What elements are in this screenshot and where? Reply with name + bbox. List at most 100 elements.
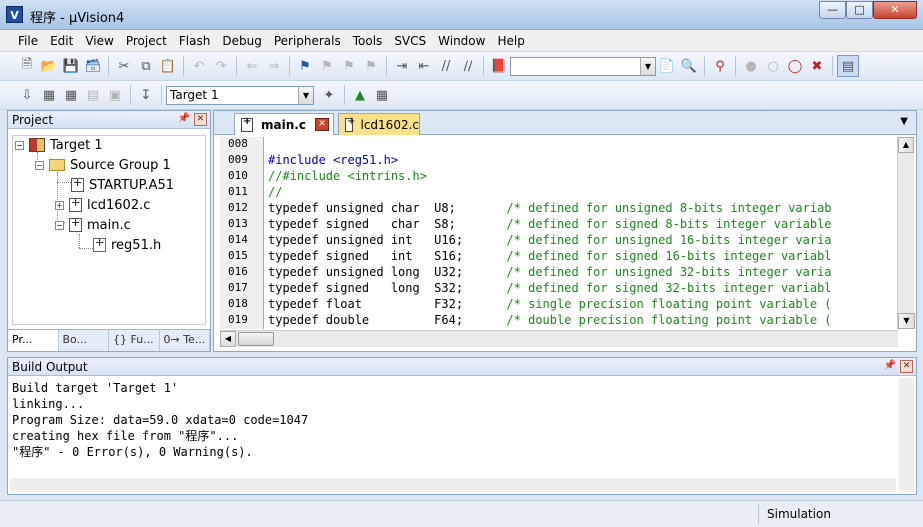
close-icon[interactable]: ✕ bbox=[900, 360, 913, 373]
menu-tools[interactable]: Tools bbox=[347, 30, 389, 51]
project-panel-title: Project bbox=[12, 113, 54, 127]
build-vertical-scrollbar[interactable] bbox=[899, 378, 914, 492]
find-in-files-icon[interactable]: 📕 bbox=[488, 55, 510, 77]
copy-icon[interactable]: ⧉ bbox=[135, 55, 157, 77]
menu-help[interactable]: Help bbox=[491, 30, 530, 51]
menu-svcs[interactable]: SVCS bbox=[388, 30, 432, 51]
code-editor[interactable]: 008 009 #include <reg51.h> 010//#include … bbox=[220, 137, 898, 329]
indent-icon[interactable]: ⇥ bbox=[391, 55, 413, 77]
collapse-icon[interactable]: − bbox=[55, 220, 64, 230]
pin-icon[interactable]: 📌 bbox=[884, 360, 896, 371]
tab-label: main.c bbox=[261, 117, 306, 132]
find-icon[interactable]: 📄 bbox=[656, 55, 678, 77]
editor-vertical-scrollbar[interactable]: ▲ ▼ bbox=[897, 137, 915, 329]
manage-components-icon[interactable]: ▲ bbox=[349, 84, 371, 106]
menu-project[interactable]: Project bbox=[120, 30, 173, 51]
navigate-back-icon[interactable]: ⇐ bbox=[241, 55, 263, 77]
close-button[interactable]: ✕ bbox=[873, 1, 917, 19]
target-select[interactable]: Target 1 ▼ bbox=[166, 85, 314, 105]
unindent-icon[interactable]: ⇤ bbox=[413, 55, 435, 77]
toolbar-separator bbox=[704, 56, 705, 76]
bookmark-clear-icon[interactable]: ⚑ bbox=[360, 55, 382, 77]
close-icon[interactable]: ✕ bbox=[194, 113, 207, 126]
build-horizontal-scrollbar[interactable] bbox=[10, 478, 896, 492]
project-panel: Project 📌 ✕ − Target 1 − Source Group 1 … bbox=[7, 110, 211, 352]
output-line: linking... bbox=[12, 397, 85, 411]
debug-session-icon[interactable]: ⚲ bbox=[709, 55, 731, 77]
new-file-icon[interactable]: 🗎 bbox=[16, 55, 38, 77]
menu-debug[interactable]: Debug bbox=[216, 30, 267, 51]
tab-label: lcd1602.c bbox=[360, 117, 420, 132]
save-icon[interactable]: 💾 bbox=[60, 55, 82, 77]
toolbar-separator bbox=[161, 85, 162, 105]
stop-build-icon[interactable]: ▣ bbox=[104, 84, 126, 106]
tree-node-lcd1602[interactable]: + lcd1602.c bbox=[55, 196, 150, 214]
tab-books[interactable]: Bo... bbox=[59, 330, 109, 351]
uncomment-icon[interactable]: ∕∕ bbox=[457, 55, 479, 77]
build-output-text: Build target 'Target 1' linking... Program… bbox=[12, 380, 308, 460]
scroll-left-icon[interactable]: ◀ bbox=[220, 331, 236, 347]
translate-icon[interactable]: ⇩ bbox=[16, 84, 38, 106]
open-folder-icon[interactable]: 📂 bbox=[38, 55, 60, 77]
find-combo[interactable]: ▼ bbox=[510, 56, 656, 76]
paste-icon[interactable]: 📋 bbox=[157, 55, 179, 77]
maximize-button[interactable]: □ bbox=[846, 1, 873, 19]
scroll-up-icon[interactable]: ▲ bbox=[898, 137, 914, 153]
breakpoint-insert-icon[interactable]: ● bbox=[740, 55, 762, 77]
batch-build-icon[interactable]: ▤ bbox=[82, 84, 104, 106]
output-line: creating hex file from "程序"... bbox=[12, 429, 239, 443]
rebuild-icon[interactable]: ▦ bbox=[60, 84, 82, 106]
cut-icon[interactable]: ✂ bbox=[113, 55, 135, 77]
tab-project[interactable]: Pr... bbox=[8, 330, 59, 351]
navigate-forward-icon[interactable]: ⇒ bbox=[263, 55, 285, 77]
undo-icon[interactable]: ↶ bbox=[188, 55, 210, 77]
tab-functions[interactable]: {} Fu... bbox=[109, 330, 160, 351]
close-icon[interactable]: ✕ bbox=[315, 118, 329, 131]
file-icon bbox=[345, 116, 355, 132]
bookmark-next-icon[interactable]: ⚑ bbox=[338, 55, 360, 77]
tree-node-reg51[interactable]: reg51.h bbox=[93, 236, 161, 254]
expand-icon[interactable]: + bbox=[55, 200, 64, 210]
menu-peripherals[interactable]: Peripherals bbox=[268, 30, 347, 51]
toolbar-separator bbox=[483, 56, 484, 76]
bookmark-prev-icon[interactable]: ⚑ bbox=[316, 55, 338, 77]
tree-node-main[interactable]: − main.c bbox=[55, 216, 131, 234]
breakpoint-enable-icon[interactable]: ○ bbox=[762, 55, 784, 77]
collapse-icon[interactable]: − bbox=[35, 160, 44, 170]
scroll-thumb[interactable] bbox=[238, 332, 274, 346]
build-icon[interactable]: ▦ bbox=[38, 84, 60, 106]
breakpoint-kill-all-icon[interactable]: ✖ bbox=[806, 55, 828, 77]
editor-horizontal-scrollbar[interactable]: ◀ bbox=[220, 330, 898, 347]
breakpoint-disable-all-icon[interactable]: ◯ bbox=[784, 55, 806, 77]
chevron-down-icon[interactable]: ▼ bbox=[298, 86, 313, 104]
manage-books-icon[interactable]: ▦ bbox=[371, 84, 393, 106]
menu-flash[interactable]: Flash bbox=[173, 30, 216, 51]
download-icon[interactable]: ↧ bbox=[135, 84, 157, 106]
tree-label-group: Source Group 1 bbox=[70, 157, 171, 173]
toolbar-separator bbox=[386, 56, 387, 76]
tab-templates[interactable]: 0→ Te... bbox=[160, 330, 210, 351]
menu-view[interactable]: View bbox=[79, 30, 119, 51]
target-options-icon[interactable]: ✦ bbox=[318, 84, 340, 106]
redo-icon[interactable]: ↷ bbox=[210, 55, 232, 77]
tree-node-group[interactable]: − Source Group 1 bbox=[35, 156, 171, 174]
window-layout-icon[interactable]: ▤ bbox=[837, 55, 859, 77]
comment-icon[interactable]: // bbox=[435, 55, 457, 77]
tree-node-target[interactable]: − Target 1 bbox=[15, 136, 103, 154]
tree-node-startup[interactable]: STARTUP.A51 bbox=[71, 176, 174, 194]
tab-main-c[interactable]: main.c ✕ bbox=[234, 113, 334, 135]
scroll-down-icon[interactable]: ▼ bbox=[898, 313, 915, 329]
menu-file[interactable]: File bbox=[12, 30, 44, 51]
menu-edit[interactable]: Edit bbox=[44, 30, 79, 51]
minimize-button[interactable]: — bbox=[819, 1, 846, 19]
tab-lcd1602-c[interactable]: lcd1602.c bbox=[338, 113, 420, 135]
pin-icon[interactable]: 📌 bbox=[178, 113, 190, 124]
output-line: Build target 'Target 1' bbox=[12, 381, 179, 395]
collapse-icon[interactable]: − bbox=[15, 140, 24, 150]
save-all-icon[interactable]: 🗃 bbox=[82, 55, 104, 77]
tab-list-dropdown-icon[interactable]: ▼ bbox=[900, 116, 908, 127]
menu-window[interactable]: Window bbox=[432, 30, 491, 51]
bookmark-toggle-icon[interactable]: ⚑ bbox=[294, 55, 316, 77]
incremental-find-icon[interactable]: 🔍 bbox=[678, 55, 700, 77]
chevron-down-icon[interactable]: ▼ bbox=[640, 57, 655, 75]
